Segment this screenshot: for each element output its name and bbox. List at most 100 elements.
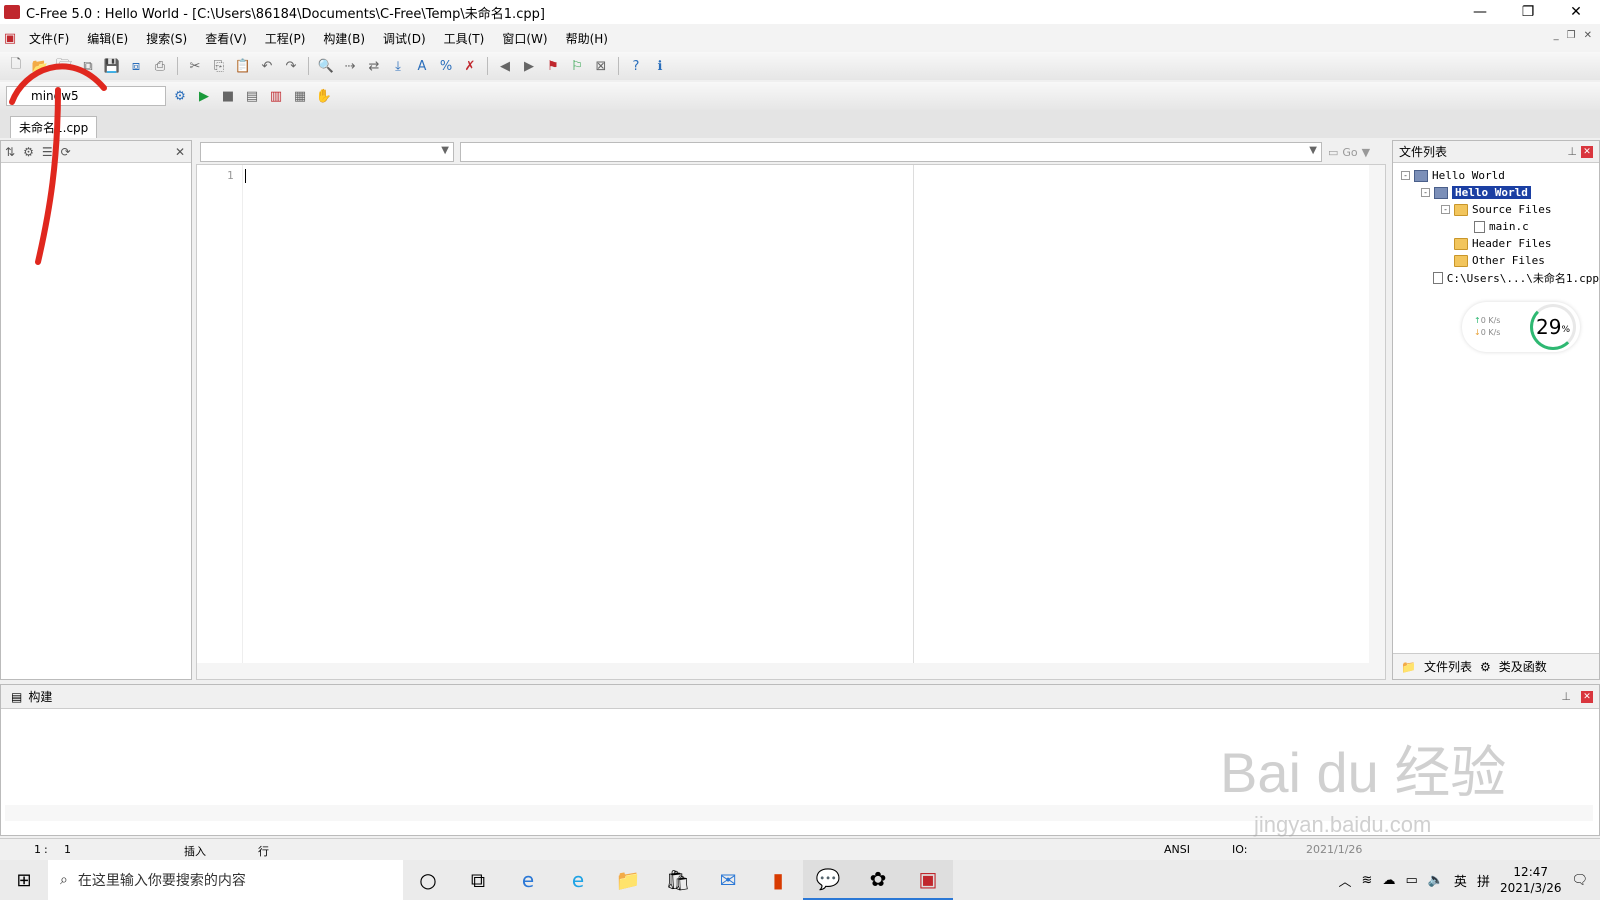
wifi-icon[interactable]: ≋ bbox=[1362, 873, 1373, 888]
format-icon[interactable]: A bbox=[412, 56, 432, 76]
new-project-icon[interactable]: ⧉ bbox=[78, 56, 98, 76]
cut-icon[interactable]: ✂ bbox=[185, 56, 205, 76]
edge-icon[interactable]: e bbox=[553, 860, 603, 900]
cloud-icon[interactable]: ☁ bbox=[1382, 873, 1395, 888]
battery-icon[interactable]: ▭ bbox=[1405, 873, 1417, 888]
tree-expander-icon[interactable]: - bbox=[1421, 188, 1430, 197]
clear-bookmarks-icon[interactable]: ⊠ bbox=[591, 56, 611, 76]
class-view-icon[interactable]: ⚙ bbox=[23, 145, 34, 159]
menu-project[interactable]: 工程(P) bbox=[256, 30, 315, 47]
vertical-scrollbar[interactable] bbox=[1369, 165, 1385, 679]
replace-icon[interactable]: ⇄ bbox=[364, 56, 384, 76]
save-all-icon[interactable]: ⧈ bbox=[126, 56, 146, 76]
save-icon[interactable]: 💾 bbox=[102, 56, 122, 76]
taskbar-search-box[interactable]: ⌕ 在这里输入你要搜索的内容 bbox=[48, 860, 403, 900]
app-icon[interactable]: ✿ bbox=[853, 860, 903, 900]
mail-icon[interactable]: ✉ bbox=[703, 860, 753, 900]
mdi-minimize-button[interactable]: _ bbox=[1554, 30, 1559, 41]
find-next-icon[interactable]: ⇢ bbox=[340, 56, 360, 76]
ime-mode[interactable]: 拼 bbox=[1477, 871, 1490, 890]
stop-icon[interactable]: ■ bbox=[218, 86, 238, 106]
uncomment-icon[interactable]: ✗ bbox=[460, 56, 480, 76]
undo-icon[interactable]: ↶ bbox=[257, 56, 277, 76]
back-icon[interactable]: ◀ bbox=[495, 56, 515, 76]
menu-help[interactable]: 帮助(H) bbox=[557, 30, 617, 47]
open-folder-icon[interactable]: 🗁 bbox=[54, 56, 74, 76]
help-icon[interactable]: ? bbox=[626, 56, 646, 76]
ie-icon[interactable]: e bbox=[503, 860, 553, 900]
mdi-restore-button[interactable]: ❐ bbox=[1567, 30, 1576, 41]
tree-node[interactable]: Other Files bbox=[1393, 252, 1599, 269]
find-icon[interactable]: 🔍 bbox=[316, 56, 336, 76]
redo-icon[interactable]: ↷ bbox=[281, 56, 301, 76]
close-icon[interactable]: ✕ bbox=[1581, 145, 1593, 158]
menu-edit[interactable]: 编辑(E) bbox=[78, 30, 137, 47]
menu-build[interactable]: 构建(B) bbox=[314, 30, 374, 47]
pin-icon[interactable]: ⊥ bbox=[1567, 145, 1577, 158]
tab-file-list[interactable]: 文件列表 bbox=[1424, 658, 1472, 675]
tab-classes-functions[interactable]: 类及函数 bbox=[1499, 658, 1547, 675]
next-bookmark-icon[interactable]: ⚐ bbox=[567, 56, 587, 76]
tree-node[interactable]: C:\Users\...\未命名1.cpp bbox=[1393, 269, 1599, 286]
menu-tools[interactable]: 工具(T) bbox=[435, 30, 494, 47]
restore-button[interactable]: ❐ bbox=[1504, 0, 1552, 24]
goto-icon[interactable]: ⤓ bbox=[388, 56, 408, 76]
print-icon[interactable]: ⎙ bbox=[150, 56, 170, 76]
paste-icon[interactable]: 📋 bbox=[233, 56, 253, 76]
go-button[interactable]: ▭ Go ▼ bbox=[1328, 146, 1370, 159]
minimize-button[interactable]: — bbox=[1456, 0, 1504, 24]
notification-icon[interactable]: 🗨 bbox=[1571, 873, 1588, 888]
menu-window[interactable]: 窗口(W) bbox=[493, 30, 556, 47]
comment-icon[interactable]: % bbox=[436, 56, 456, 76]
debug-icon[interactable]: ✋ bbox=[314, 86, 334, 106]
tree-expander-icon[interactable]: - bbox=[1401, 171, 1410, 180]
forward-icon[interactable]: ▶ bbox=[519, 56, 539, 76]
close-icon[interactable]: ✕ bbox=[175, 145, 185, 159]
compiler-select[interactable]: mingw5 bbox=[6, 86, 166, 106]
tree-expander-icon[interactable]: - bbox=[1441, 205, 1450, 214]
tab-untitled-cpp[interactable]: 未命名1.cpp bbox=[10, 116, 98, 138]
wechat-icon[interactable]: 💬 bbox=[803, 860, 853, 900]
volume-icon[interactable]: 🔈 bbox=[1428, 873, 1444, 888]
menu-search[interactable]: 搜索(S) bbox=[137, 30, 196, 47]
file-explorer-icon[interactable]: 📁 bbox=[603, 860, 653, 900]
close-button[interactable]: ✕ bbox=[1552, 0, 1600, 24]
bookmark-icon[interactable]: ⚑ bbox=[543, 56, 563, 76]
compile-icon[interactable]: ▤ bbox=[242, 86, 262, 106]
compiler-settings-icon[interactable]: ⚙ bbox=[170, 86, 190, 106]
cortana-icon[interactable]: ○ bbox=[403, 860, 453, 900]
open-file-icon[interactable]: 📂 bbox=[30, 56, 50, 76]
tree-node[interactable]: - Source Files bbox=[1393, 201, 1599, 218]
mdi-close-button[interactable]: ✕ bbox=[1584, 30, 1592, 41]
task-view-icon[interactable]: ⧉ bbox=[453, 860, 503, 900]
menu-file[interactable]: 文件(F) bbox=[20, 30, 78, 47]
windows-start-button[interactable]: ⊞ bbox=[0, 860, 48, 900]
clock[interactable]: 12:47 2021/3/26 bbox=[1500, 864, 1562, 896]
menu-view[interactable]: 查看(V) bbox=[196, 30, 256, 47]
chevron-up-icon[interactable]: ︿ bbox=[1339, 871, 1352, 890]
sort-az-icon[interactable]: ⇅ bbox=[5, 145, 15, 159]
function-dropdown[interactable]: ▼ bbox=[460, 142, 1322, 162]
scope-dropdown[interactable]: ▼ bbox=[200, 142, 454, 162]
list-view-icon[interactable]: ☰ bbox=[42, 145, 53, 159]
tree-node[interactable]: main.c bbox=[1393, 218, 1599, 235]
refresh-icon[interactable]: ⟳ bbox=[61, 145, 71, 159]
tree-node[interactable]: - Hello World bbox=[1393, 167, 1599, 184]
office-icon[interactable]: ▮ bbox=[753, 860, 803, 900]
menu-debug[interactable]: 调试(D) bbox=[374, 30, 435, 47]
network-speed-widget[interactable]: ↑0 K/s ↓0 K/s 29% bbox=[1462, 302, 1580, 352]
cfree-taskbar-icon[interactable]: ▣ bbox=[903, 860, 953, 900]
store-icon[interactable]: 🛍 bbox=[653, 860, 703, 900]
pin-icon[interactable]: ⊥ bbox=[1561, 690, 1571, 703]
tree-node[interactable]: Header Files bbox=[1393, 235, 1599, 252]
build-icon[interactable]: ▥ bbox=[266, 86, 286, 106]
code-editor[interactable]: 1 bbox=[196, 164, 1386, 680]
new-file-icon[interactable]: 🗋 bbox=[6, 56, 26, 76]
horizontal-scrollbar[interactable] bbox=[197, 663, 1385, 679]
close-icon[interactable]: ✕ bbox=[1581, 690, 1593, 703]
run-icon[interactable]: ▶ bbox=[194, 86, 214, 106]
tree-node[interactable]: - Hello World bbox=[1393, 184, 1599, 201]
info-icon[interactable]: ℹ bbox=[650, 56, 670, 76]
rebuild-icon[interactable]: ▦ bbox=[290, 86, 310, 106]
ime-language[interactable]: 英 bbox=[1454, 871, 1467, 890]
